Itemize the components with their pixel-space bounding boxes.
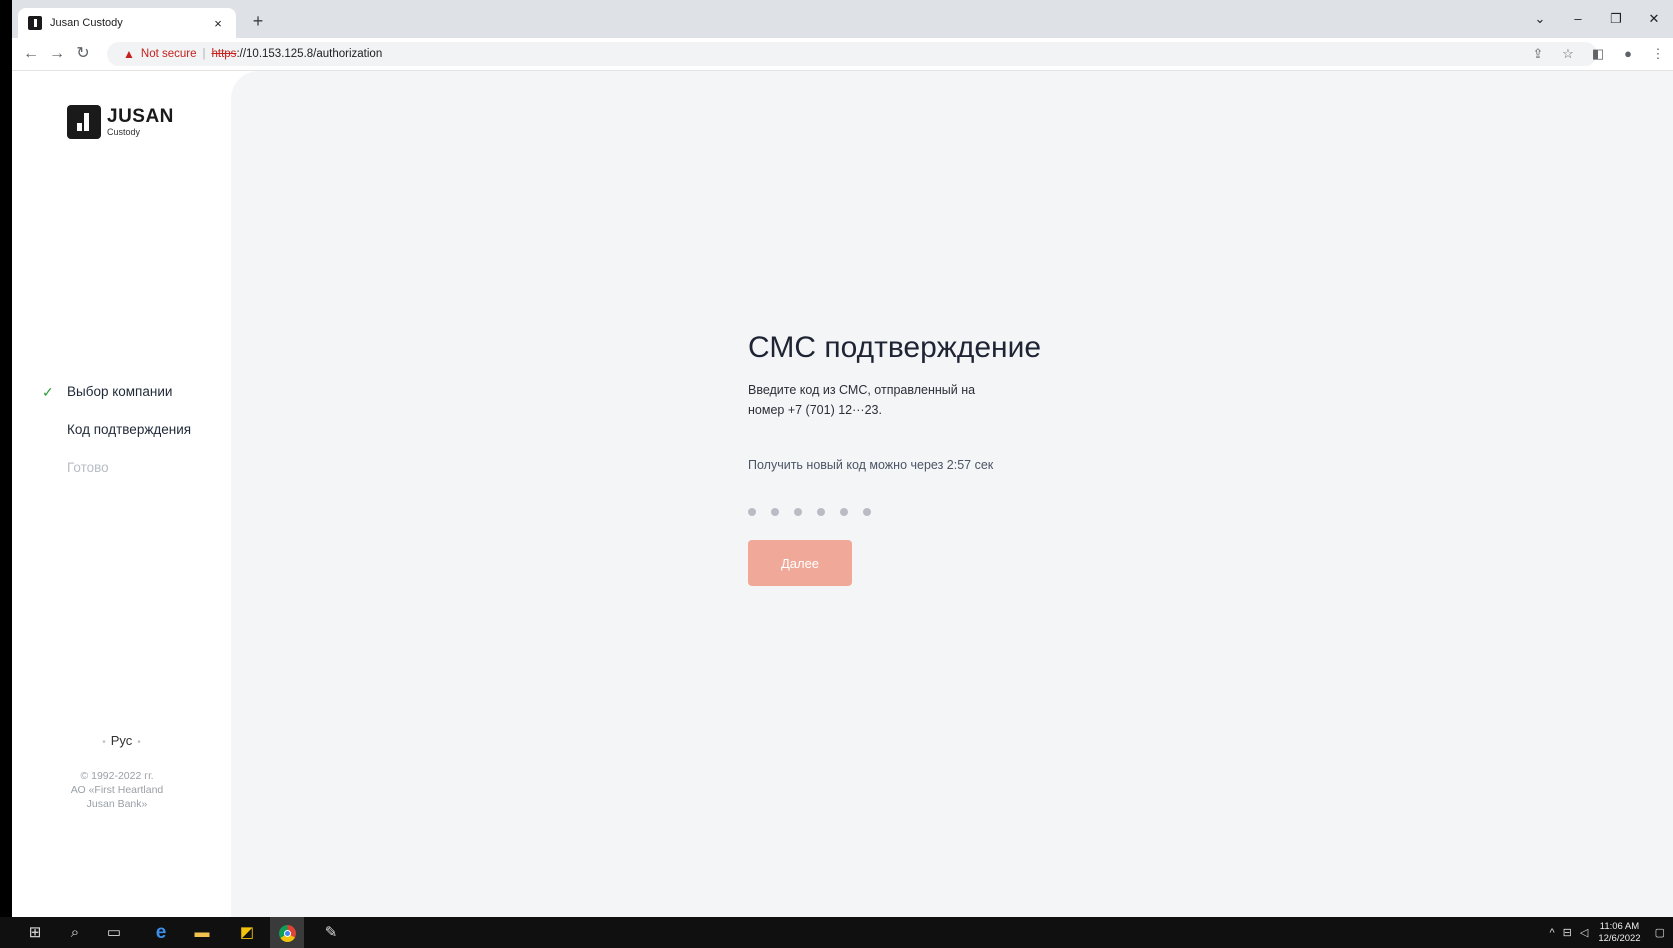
network-icon[interactable]: ⊟ [1563,926,1572,939]
copyright: © 1992-2022 гг. АО «First Heartland Jusa… [52,769,182,811]
windows-start-icon[interactable]: ⊞ [18,917,52,948]
address-bar[interactable]: ▲ Not secure | https ://10.153.125.8/aut… [107,42,1597,66]
side-panel-icon[interactable]: ◧ [1583,43,1613,65]
bookmark-star-icon[interactable]: ☆ [1553,43,1583,65]
back-arrow-icon[interactable]: ← [20,43,42,65]
reload-icon[interactable]: ↻ [72,43,94,65]
omnibox-separator: | [202,48,206,60]
browser-toolbar: ← → ↻ ▲ Not secure | https ://10.153.125… [12,38,1673,71]
taskbar-clock[interactable]: 11:06 AM 12/6/2022 [1598,921,1640,945]
copyright-company-cont: Jusan Bank» [86,798,148,810]
page-content: JUSAN Custody ✓ Выбор компании Код подтв… [12,71,1673,917]
task-view-icon[interactable]: ▭ [97,917,131,948]
instruction-text: Введите код из СМС, отправленный на номе… [748,380,1018,420]
sidebar: JUSAN Custody ✓ Выбор компании Код подтв… [12,71,231,917]
code-digit-placeholder [840,508,848,516]
language-dot-left: • [102,737,106,748]
copyright-company: АО «First Heartland [70,784,164,796]
url-path: ://10.153.125.8/authorization [236,48,383,60]
code-digit-placeholder [817,508,825,516]
windows-taskbar: ⊞ ⌕ ▭ e ▬ ◩ ✎ ^ ⊟ ◁ 11:06 AM 12/6/2022 ▢ [0,917,1673,948]
window-controls: ⌄ – ❐ ✕ [1521,8,1673,30]
system-tray: ^ ⊟ ◁ 11:06 AM 12/6/2022 ▢ [1545,917,1673,948]
new-tab-button[interactable]: + [248,11,268,31]
clock-date: 12/6/2022 [1598,932,1641,944]
pinned-app-icon[interactable]: ✎ [314,917,348,948]
warning-triangle-icon: ▲ [123,47,135,61]
toolbar-actions: ⇪ ☆ ◧ ● ⋮ [1523,43,1673,65]
tab-close-icon[interactable]: × [210,16,226,31]
file-explorer-icon[interactable]: ▬ [185,917,219,948]
logo-subtitle: Custody [107,127,141,137]
app-icon[interactable]: ◩ [230,917,264,948]
code-digit-placeholder [863,508,871,516]
browser-tab[interactable]: Jusan Custody × [18,8,236,38]
step-done: Готово [12,459,231,497]
browser-tab-strip: Jusan Custody × + ⌄ – ❐ ✕ [12,0,1673,38]
tab-title: Jusan Custody [50,17,123,29]
language-switcher[interactable]: • Рус • [12,733,231,748]
share-icon[interactable]: ⇪ [1523,43,1553,65]
language-label[interactable]: Рус [111,733,133,748]
main-panel: СМС подтверждение Введите код из СМС, от… [231,71,1673,917]
jusan-favicon-icon [28,16,42,30]
not-secure-label[interactable]: Not secure [141,48,197,60]
screen-edge [0,0,12,948]
browser-menu-icon[interactable]: ⋮ [1643,43,1673,65]
check-icon: ✓ [42,384,54,400]
tray-chevron-icon[interactable]: ^ [1549,927,1554,939]
clock-time: 11:06 AM [1599,920,1640,932]
jusan-logo[interactable]: JUSAN Custody [67,105,174,139]
resend-timer-text: Получить новый код можно через 2:57 сек [748,458,994,472]
restore-button[interactable]: ❐ [1597,8,1635,30]
progress-steps: ✓ Выбор компании Код подтверждения Готов… [12,383,231,497]
url-scheme: https [211,48,237,60]
sms-code-input[interactable] [748,508,1168,516]
step-label: Код подтверждения [67,422,192,437]
profile-avatar-icon[interactable]: ● [1613,43,1643,65]
logo-title: JUSAN [107,106,174,127]
step-label: Готово [67,460,109,475]
instruction-line-2: номер +7 (701) 12···23. [748,403,882,417]
sms-confirmation-form: СМС подтверждение Введите код из СМС, от… [748,330,1168,586]
code-digit-placeholder [794,508,802,516]
volume-icon[interactable]: ◁ [1580,926,1588,939]
page-title: СМС подтверждение [748,331,1042,364]
chrome-icon[interactable] [270,917,304,948]
step-confirmation-code: Код подтверждения [12,421,231,459]
search-icon[interactable]: ⌕ [58,917,92,948]
code-digit-placeholder [748,508,756,516]
code-digit-placeholder [771,508,779,516]
step-label: Выбор компании [67,384,173,399]
internet-explorer-icon[interactable]: e [144,917,178,948]
language-dot-right: • [137,737,141,748]
next-button[interactable]: Далее [748,540,852,586]
copyright-years: © 1992-2022 гг. [80,770,154,782]
minimize-button[interactable]: – [1559,8,1597,30]
tab-search-icon[interactable]: ⌄ [1521,8,1559,30]
forward-arrow-icon[interactable]: → [46,43,68,65]
instruction-line-1: Введите код из СМС, отправленный на [748,383,976,397]
step-company-selection: ✓ Выбор компании [12,383,231,421]
notifications-icon[interactable]: ▢ [1655,926,1665,939]
close-window-button[interactable]: ✕ [1635,8,1673,30]
jusan-logo-mark-icon [67,105,101,139]
